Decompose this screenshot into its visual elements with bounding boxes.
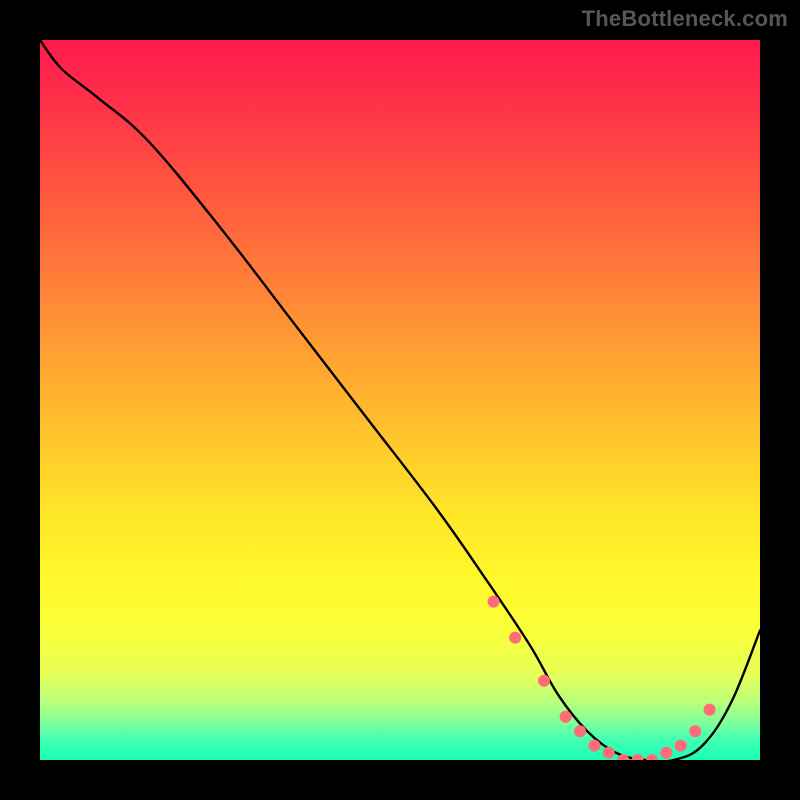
curve-marker bbox=[488, 596, 500, 608]
curve-marker bbox=[632, 754, 644, 760]
curve-marker bbox=[538, 675, 550, 687]
bottleneck-curve bbox=[40, 40, 760, 760]
curve-markers bbox=[488, 596, 716, 760]
curve-marker bbox=[660, 747, 672, 759]
curve-marker bbox=[704, 704, 716, 716]
plot-area bbox=[40, 40, 760, 760]
curve-layer bbox=[40, 40, 760, 760]
chart-frame: TheBottleneck.com bbox=[0, 0, 800, 800]
curve-marker bbox=[588, 740, 600, 752]
curve-marker bbox=[560, 711, 572, 723]
curve-marker bbox=[574, 725, 586, 737]
curve-marker bbox=[603, 747, 615, 759]
curve-marker bbox=[675, 740, 687, 752]
curve-marker bbox=[509, 632, 521, 644]
curve-marker bbox=[646, 754, 658, 760]
curve-marker bbox=[689, 725, 701, 737]
attribution-text: TheBottleneck.com bbox=[582, 6, 788, 32]
